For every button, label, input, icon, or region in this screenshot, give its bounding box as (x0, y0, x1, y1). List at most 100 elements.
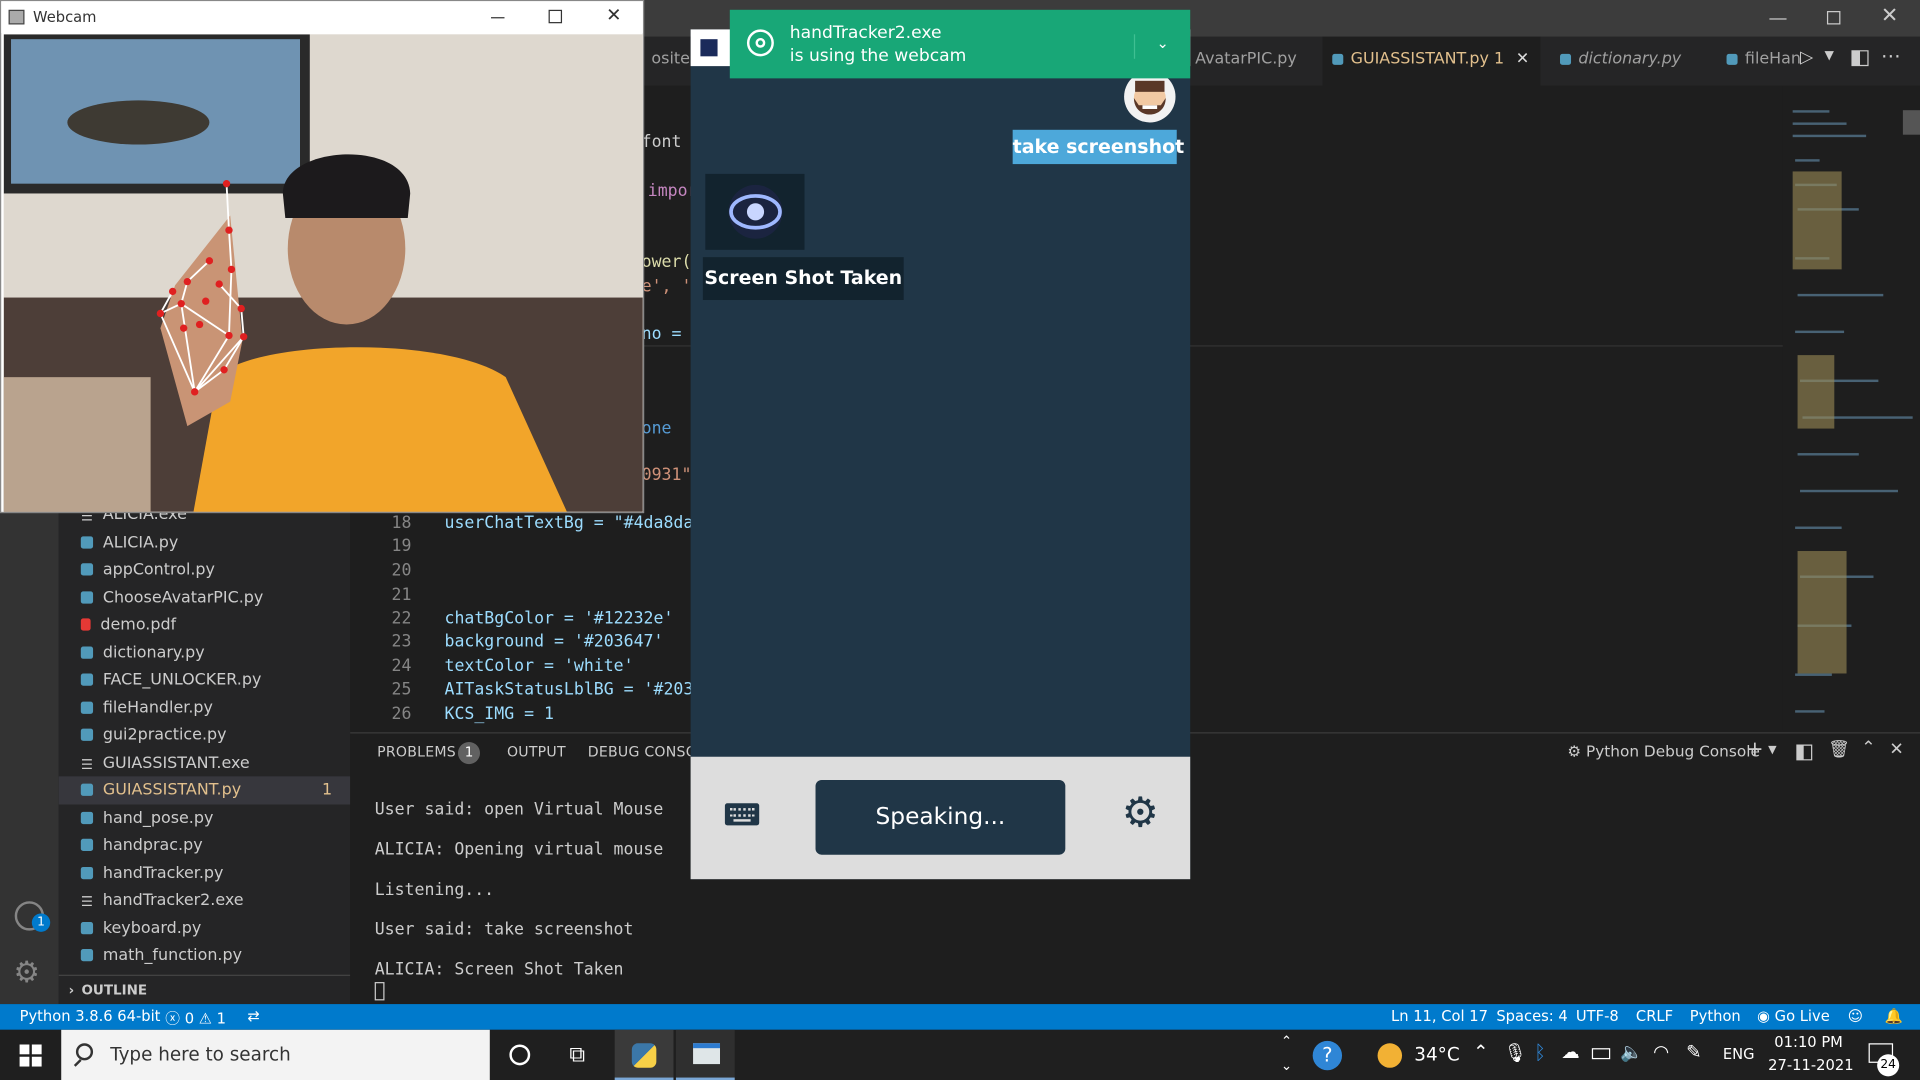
weather-icon[interactable] (1377, 1043, 1403, 1068)
file-item[interactable]: handprac.py (80, 836, 203, 855)
file-name: hand_pose.py (102, 809, 214, 828)
file-item[interactable]: hand_pose.py (80, 809, 214, 828)
webcam-app-icon[interactable] (675, 1029, 735, 1080)
file-item[interactable]: GUIASSISTANT.py (80, 781, 241, 800)
tab-problems[interactable]: PROBLEMS (377, 743, 456, 760)
windows-start-icon[interactable] (19, 1044, 42, 1067)
file-item[interactable]: math_function.py (80, 947, 242, 965)
python-icon (80, 701, 94, 714)
file-item[interactable]: fileHandler.py (80, 699, 213, 718)
trash-icon[interactable]: 🗑 (1828, 740, 1850, 760)
tab-label: AvatarPIC.py (1195, 50, 1297, 69)
split-editor-icon[interactable] (1851, 50, 1869, 67)
python-icon (80, 838, 94, 852)
minimap[interactable] (1782, 85, 1920, 730)
file-item[interactable]: FACE_UNLOCKER.py (80, 671, 262, 689)
warning-icon: ⚠ (198, 1010, 212, 1028)
close-button[interactable]: ✕ (1881, 4, 1898, 28)
pen-icon[interactable]: ✎ (1686, 1041, 1701, 1063)
chevron-up-icon[interactable]: ⌃ (1473, 1041, 1488, 1063)
input-language[interactable]: ENG (1723, 1046, 1755, 1063)
live-share-icon[interactable]: ⇄ (247, 1008, 259, 1025)
close-button[interactable]: ✕ (606, 4, 621, 26)
language-mode[interactable]: Python (1690, 1008, 1741, 1025)
volume-icon[interactable]: 🔈 (1620, 1041, 1643, 1063)
maximize-button[interactable] (548, 9, 563, 24)
go-live-button[interactable]: ◉ Go Live (1757, 1008, 1830, 1025)
encoding[interactable]: UTF-8 (1576, 1008, 1619, 1025)
cursor-position[interactable]: Ln 11, Col 17 (1391, 1008, 1488, 1025)
keyboard-icon[interactable] (724, 803, 760, 826)
tab-guiassistant[interactable]: GUIASSISTANT.py 1 ✕ (1322, 36, 1541, 86)
chevron-down-icon[interactable]: ▼ (1825, 49, 1834, 62)
line-ending[interactable]: CRLF (1636, 1008, 1673, 1025)
pdf-icon (80, 618, 91, 631)
accounts-badge: 1 (31, 913, 51, 932)
file-item[interactable]: dictionary.py (80, 644, 205, 662)
close-tab-icon[interactable]: ✕ (1516, 37, 1529, 84)
feedback-icon[interactable]: ☺ (1848, 1008, 1863, 1025)
file-item[interactable]: keyboard.py (80, 920, 201, 938)
bluetooth-icon[interactable]: ᛒ (1534, 1041, 1546, 1064)
run-icon[interactable]: ▷ (1800, 48, 1813, 68)
gear-icon[interactable]: ⚙ (13, 955, 39, 989)
status-bar: Python 3.8.6 64-bit ⓧ 0 ⚠ 1 ⇄ Ln 11, Col… (0, 1004, 1920, 1030)
clock-date[interactable]: 27-11-2021 (1768, 1057, 1853, 1074)
task-view-icon[interactable]: ⧉ (569, 1042, 585, 1068)
assistant-window: take screenshot Screen Shot Taken (690, 29, 1191, 880)
cortana-icon[interactable] (509, 1044, 531, 1066)
python-interpreter[interactable]: Python 3.8.6 64-bit (20, 1008, 161, 1025)
chevron-down-icon[interactable]: ▼ (1768, 744, 1776, 756)
file-name: ChooseAvatarPIC.py (102, 588, 264, 608)
tab-debug-console[interactable]: DEBUG CONSOL (588, 743, 705, 760)
wifi-icon[interactable]: ◠ (1653, 1041, 1669, 1063)
more-actions-icon[interactable]: ⋯ (1881, 44, 1901, 67)
webcam-in-use-notification[interactable]: handTracker2.exe is using the webcam ⌄ (729, 9, 1191, 79)
file-item[interactable]: demo.pdf (80, 616, 176, 634)
split-terminal-icon[interactable] (1796, 744, 1813, 761)
terminal-selector[interactable]: ⚙ Python Debug Console (1567, 742, 1760, 760)
indentation[interactable]: Spaces: 4 (1496, 1008, 1567, 1025)
tab-dictionary[interactable]: dictionary.py (1550, 37, 1681, 86)
notification-badge: 24 (1877, 1054, 1900, 1077)
file-item[interactable]: gui2practice.py (80, 726, 227, 744)
file-item[interactable]: appControl.py (80, 561, 215, 579)
webcam-title-bar[interactable]: Webcam ✕ (1, 1, 643, 34)
python-icon (80, 811, 94, 825)
temperature[interactable]: 34°C (1414, 1043, 1459, 1065)
tray-overflow-icon[interactable]: ⌃ ⌄ (1281, 1030, 1292, 1079)
tab-filehandler[interactable]: fileHan (1717, 37, 1801, 86)
battery-icon[interactable] (1591, 1048, 1611, 1060)
minimap-preview (1792, 110, 1920, 713)
taskbar-search[interactable]: Type here to search (61, 1029, 490, 1080)
chevron-down-icon[interactable]: ⌄ (1133, 34, 1190, 59)
microphone-icon[interactable]: 🎙 (1504, 1042, 1527, 1064)
file-item[interactable]: ☰ handTracker2.exe (81, 891, 244, 909)
code-line: chatBgColor = '#12232e' (444, 608, 674, 629)
problems-summary[interactable]: ⓧ 0 ⚠ 1 (165, 1008, 226, 1029)
file-item[interactable]: handTracker.py (80, 864, 223, 883)
python-app-icon[interactable] (614, 1029, 674, 1080)
file-item[interactable]: ALICIA.py (80, 534, 178, 552)
file-item[interactable]: ChooseAvatarPIC.py (80, 588, 264, 608)
webcam-window[interactable]: Webcam ✕ (0, 0, 645, 514)
clock-time[interactable]: 01:10 PM (1774, 1033, 1843, 1050)
help-icon[interactable]: ? (1312, 1040, 1343, 1071)
file-item[interactable]: ☰ GUIASSISTANT.exe (81, 754, 250, 772)
gear-icon[interactable]: ⚙ (1122, 789, 1159, 838)
tab-output[interactable]: OUTPUT (507, 743, 566, 760)
outline-section[interactable]: › OUTLINE (58, 974, 351, 1004)
onedrive-icon[interactable]: ☁ (1561, 1041, 1579, 1063)
speaking-status-button[interactable]: Speaking... (815, 780, 1066, 855)
restore-button[interactable] (1826, 11, 1841, 25)
file-name: GUIASSISTANT.exe (102, 754, 250, 773)
tab-avatar-pic[interactable]: AvatarPIC.py (1185, 37, 1297, 86)
close-panel-icon[interactable]: ✕ (1889, 740, 1903, 760)
terminal-cursor[interactable] (374, 982, 385, 1001)
bell-icon[interactable]: 🔔 (1885, 1008, 1903, 1025)
minimize-button[interactable] (491, 17, 505, 19)
plus-icon[interactable]: + (1746, 737, 1763, 761)
chevron-up-icon[interactable]: ⌃ (1861, 738, 1875, 758)
error-icon: ⓧ (165, 1010, 181, 1028)
minimize-button[interactable] (1769, 18, 1787, 20)
